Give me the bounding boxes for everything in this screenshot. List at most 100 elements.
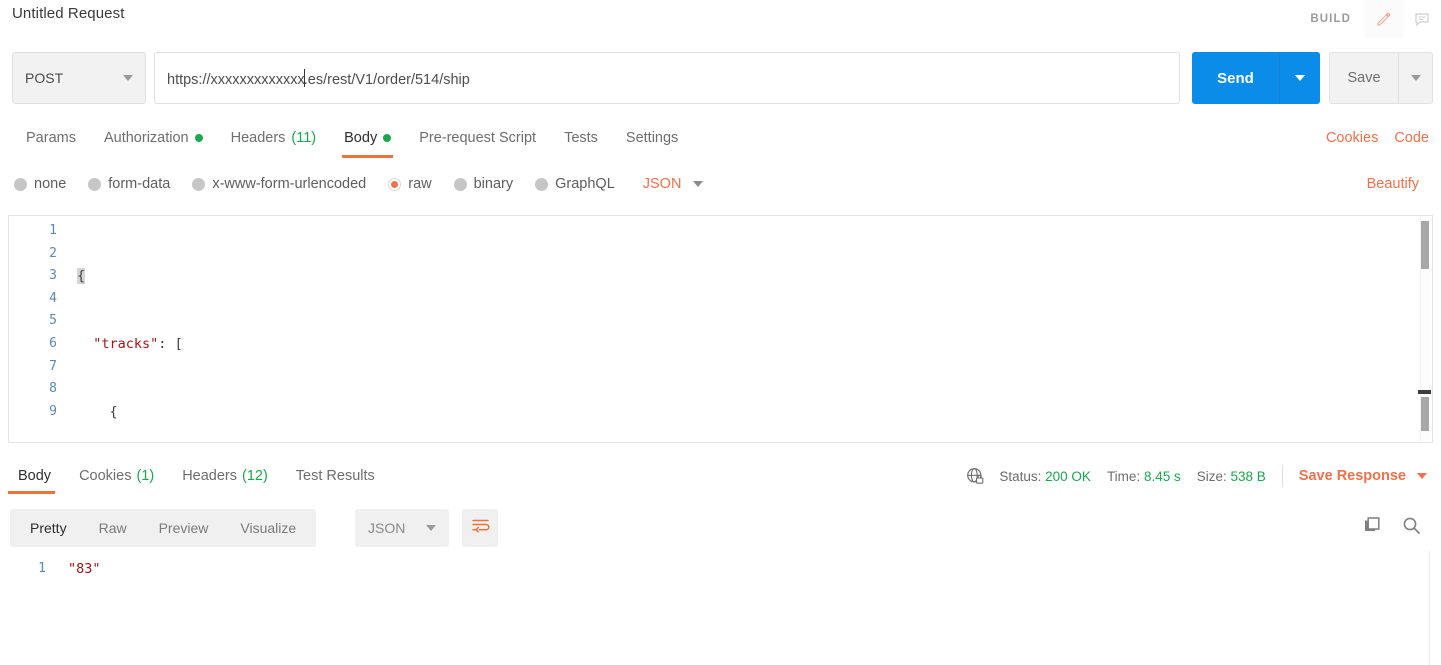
search-icon[interactable]: [1402, 516, 1421, 540]
code-key: "tracks": [93, 335, 159, 352]
response-tabs-row: Body Cookies (1) Headers (12) Test Resul…: [0, 456, 1441, 496]
beautify-button[interactable]: Beautify: [1367, 165, 1419, 203]
response-line-number: 1: [38, 561, 46, 576]
body-type-label: GraphQL: [555, 176, 615, 192]
scrollbar-thumb[interactable]: [1421, 221, 1429, 269]
editor-code[interactable]: { "tracks": [ { "track_number": "1Y-9876…: [77, 220, 1408, 442]
http-method-value: POST: [25, 70, 64, 86]
tab-headers[interactable]: Headers (11): [217, 118, 331, 158]
tab-params[interactable]: Params: [12, 118, 90, 158]
body-type-x-www-form-urlencoded[interactable]: x-www-form-urlencoded: [192, 176, 366, 192]
request-tabs-row: Params Authorization Headers (11) Body P…: [0, 118, 1441, 158]
url-bar-row: POST https://xxxxxxxxxxxxx.es/rest/V1/or…: [0, 52, 1441, 106]
view-mode-preview[interactable]: Preview: [143, 509, 225, 547]
body-type-row: none form-data x-www-form-urlencoded raw…: [0, 165, 1441, 203]
radio-icon: [535, 177, 549, 191]
comment-icon[interactable]: [1403, 0, 1441, 38]
code-line: {: [77, 265, 1408, 288]
line-number: 2: [49, 245, 57, 261]
postman-request-window: Untitled Request BUILD POST https://xxxx…: [0, 0, 1441, 665]
response-tabs: Body Cookies (1) Headers (12) Test Resul…: [4, 456, 389, 496]
raw-format-select[interactable]: JSON: [643, 176, 704, 192]
chevron-down-icon[interactable]: [1417, 473, 1427, 479]
title-bar: Untitled Request BUILD: [0, 0, 1441, 38]
line-number: 4: [49, 290, 57, 306]
tab-badge: (12): [242, 468, 268, 484]
radio-icon: [453, 177, 467, 191]
http-method-select[interactable]: POST: [12, 52, 146, 104]
tab-settings[interactable]: Settings: [612, 118, 692, 158]
response-tab-headers[interactable]: Headers (12): [168, 456, 282, 496]
save-button[interactable]: Save: [1329, 52, 1398, 104]
wrap-lines-button[interactable]: [462, 509, 498, 547]
body-type-label: form-data: [108, 176, 171, 192]
radio-icon: [14, 177, 27, 191]
body-type-form-data[interactable]: form-data: [88, 176, 170, 192]
body-type-label: binary: [473, 176, 514, 192]
response-tab-body[interactable]: Body: [4, 456, 65, 496]
view-mode-pretty[interactable]: Pretty: [14, 509, 83, 547]
send-button[interactable]: Send: [1192, 52, 1279, 104]
response-body-content: "83": [68, 561, 101, 577]
response-format-value: JSON: [368, 520, 406, 536]
time-label: Time:: [1106, 468, 1141, 484]
status-badge: Status: 200 OK: [999, 469, 1091, 484]
tab-label: Tests: [564, 130, 598, 146]
scrollbar-marker: [1418, 390, 1431, 394]
radio-icon-selected: [388, 177, 402, 191]
wrap-lines-icon: [471, 517, 490, 539]
response-body-viewer[interactable]: 1 "83": [0, 551, 1441, 665]
request-tabs-links: Cookies Code: [1326, 118, 1429, 158]
body-type-graphql[interactable]: GraphQL: [535, 176, 615, 192]
tab-label: Settings: [625, 130, 679, 146]
save-response-button[interactable]: Save Response: [1299, 468, 1406, 484]
save-options-button[interactable]: [1398, 52, 1433, 104]
tab-label: Headers: [230, 130, 286, 146]
tab-label: Headers: [182, 468, 237, 484]
response-format-select[interactable]: JSON: [355, 509, 449, 547]
code-link[interactable]: Code: [1394, 130, 1429, 146]
chevron-down-icon: [123, 75, 133, 81]
code-brace: {: [77, 268, 86, 285]
response-scrollbar[interactable]: [1429, 551, 1441, 665]
cookies-link[interactable]: Cookies: [1326, 130, 1378, 146]
time-value: 8.45 s: [1143, 468, 1181, 484]
tab-pre-request-script[interactable]: Pre-request Script: [405, 118, 550, 158]
editor-scrollbar[interactable]: [1418, 217, 1431, 441]
tab-body[interactable]: Body: [330, 118, 405, 158]
code-line: {: [109, 403, 118, 420]
tab-badge: (1): [136, 468, 155, 484]
globe-lock-icon: [965, 466, 985, 486]
body-type-label: x-www-form-urlencoded: [212, 176, 367, 192]
tab-tests[interactable]: Tests: [550, 118, 612, 158]
chevron-down-icon: [426, 525, 436, 531]
request-tabs: Params Authorization Headers (11) Body P…: [12, 118, 692, 158]
tab-authorization[interactable]: Authorization: [90, 118, 217, 158]
body-type-binary[interactable]: binary: [453, 176, 514, 192]
tab-label: Test Results: [295, 468, 375, 484]
url-input[interactable]: https://xxxxxxxxxxxxx.es/rest/V1/order/5…: [154, 52, 1180, 104]
line-number: 5: [49, 313, 57, 329]
request-body-editor[interactable]: 1 2 3 4 5 6 7 8 9 { "tracks": [ { "track…: [8, 215, 1433, 443]
line-number: 1: [49, 223, 57, 238]
response-tab-cookies[interactable]: Cookies (1): [65, 456, 168, 496]
view-mode-raw[interactable]: Raw: [83, 509, 143, 547]
copy-icon[interactable]: [1363, 516, 1382, 540]
response-tab-test-results[interactable]: Test Results: [282, 456, 389, 496]
body-type-raw[interactable]: raw: [388, 176, 432, 192]
code-line: "tracks": [: [93, 335, 183, 352]
scrollbar-thumb-secondary[interactable]: [1421, 397, 1429, 431]
size-badge: Size: 538 B: [1197, 469, 1266, 484]
pencil-icon[interactable]: [1365, 0, 1403, 38]
tab-label: Body: [344, 130, 378, 146]
send-options-button[interactable]: [1279, 52, 1320, 104]
body-type-none[interactable]: none: [14, 176, 66, 192]
view-mode-visualize[interactable]: Visualize: [224, 509, 312, 547]
page-title: Untitled Request: [12, 5, 125, 22]
editor-line-numbers: 1 2 3 4 5 6 7 8 9: [9, 220, 67, 423]
build-label: BUILD: [1310, 13, 1351, 25]
tab-label: Params: [26, 130, 76, 146]
url-text-after-caret: .es/rest/V1/order/514/ship: [303, 71, 470, 88]
tab-label: Pre-request Script: [419, 130, 537, 146]
radio-icon: [192, 177, 206, 191]
